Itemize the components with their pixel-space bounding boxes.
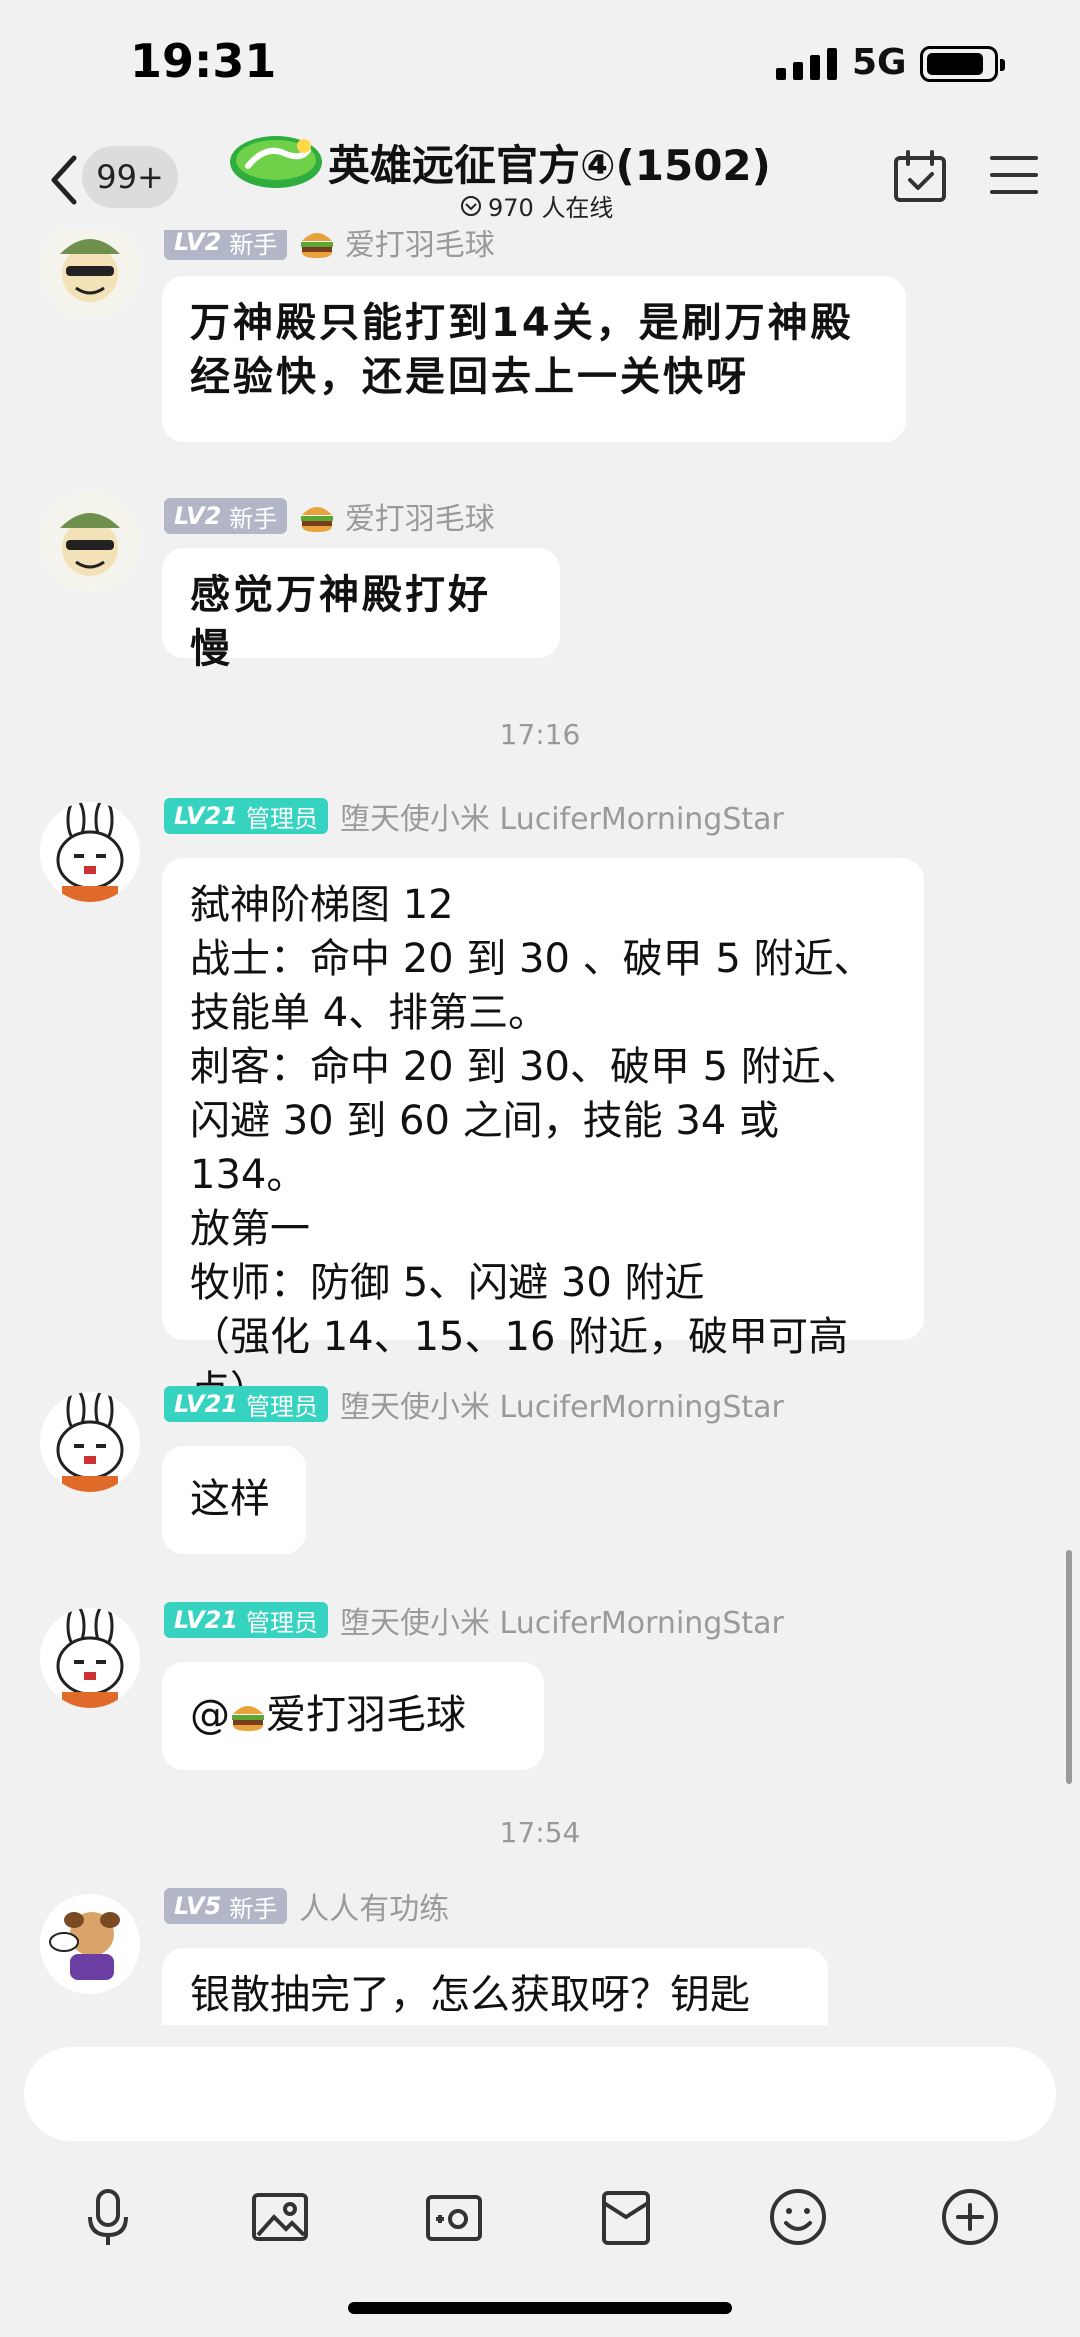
level-badge: LV5 新手 [164,1888,288,1924]
composer-toolbar [0,2163,1080,2273]
sender-name[interactable]: 爱打羽毛球 [299,494,495,538]
signal-icon [776,46,837,80]
composer [0,2025,1080,2337]
network-label: 5G [852,42,907,83]
message-line: 放第一 [190,1206,310,1252]
avatar[interactable] [40,230,140,318]
menu-icon[interactable] [990,152,1038,198]
burger-emoji-icon [301,233,334,258]
level-badge: LV21 管理员 [164,1386,328,1422]
file-icon[interactable] [590,2181,662,2253]
message-line: 刺客：命中 20 到 30、破甲 5 附近、 [190,1044,861,1090]
status-time: 19:31 [130,34,277,88]
scrollbar[interactable] [1066,1550,1072,1784]
online-count-label: 970 人在线 [488,194,614,222]
level-badge: LV2 新手 [164,230,288,260]
plus-icon[interactable] [934,2181,1006,2253]
sender-meta: LV2 新手 爱打羽毛球 [164,230,495,264]
avatar[interactable] [40,802,140,902]
burger-emoji-icon [232,1706,264,1731]
level-badge: LV2 新手 [164,498,288,534]
group-title[interactable]: 英雄远征官方④(1502) [328,132,771,193]
level-badge: LV21 管理员 [164,1602,328,1638]
avatar[interactable] [40,1894,140,1994]
timestamp: 17:16 [499,718,581,751]
sender-meta: LV21 管理员 堕天使小米 LuciferMorningStar [164,1382,784,1426]
timestamp: 17:54 [499,1816,581,1849]
avatar[interactable] [40,1608,140,1708]
burger-emoji-icon [301,507,334,532]
message-bubble[interactable]: @ 爱打羽毛球 [162,1662,544,1770]
battery-icon [920,46,1005,82]
camera-icon[interactable] [418,2181,490,2253]
sender-name[interactable]: 堕天使小米 LuciferMorningStar [340,794,784,838]
image-icon[interactable] [244,2181,316,2253]
sender-meta: LV21 管理员 堕天使小米 LuciferMorningStar [164,1598,784,1642]
message-bubble[interactable]: 感觉万神殿打好慢 [162,548,560,672]
sender-meta: LV5 新手 人人有功练 [164,1884,449,1928]
calendar-check-icon[interactable] [892,148,948,204]
message-bubble[interactable]: 这样 [162,1446,306,1554]
message-line: 弑神阶梯图 12 [190,882,454,928]
back-icon[interactable] [44,150,84,210]
sender-meta: LV2 新手 爱打羽毛球 [164,494,495,538]
mention-name: 爱打羽毛球 [266,1692,466,1738]
chevron-down-circle-icon [461,195,481,216]
message-list[interactable]: LV2 新手 爱打羽毛球 万神殿只能打到14关，是刷万神殿经验快，还是回去上一关快… [0,230,1080,2025]
sender-meta: LV21 管理员 堕天使小米 LuciferMorningStar [164,794,784,838]
sender-name[interactable]: 人人有功练 [299,1884,449,1928]
sender-name[interactable]: 堕天使小米 LuciferMorningStar [340,1382,784,1426]
message-bubble[interactable]: 万神殿只能打到14关，是刷万神殿经验快，还是回去上一关快呀 [162,276,906,442]
home-indicator[interactable] [348,2302,732,2314]
message-line: 技能单 4、排第三。 [190,990,549,1036]
avatar[interactable] [40,492,140,592]
group-logo-icon [230,136,322,188]
emoji-icon[interactable] [762,2181,834,2253]
unread-count-badge[interactable]: 99+ [82,146,178,208]
message-line: 战士：命中 20 到 30 、破甲 5 附近、 [190,936,874,982]
message-line: 牧师：防御 5、闪避 30 附近 [190,1260,705,1306]
microphone-icon[interactable] [72,2181,144,2253]
message-bubble[interactable]: 银散抽完了，怎么获取呀？钥匙 [162,1948,828,2025]
status-bar: 19:31 5G [0,0,1080,130]
message-input[interactable] [24,2047,1056,2141]
sender-name[interactable]: 堕天使小米 LuciferMorningStar [340,1598,784,1642]
chat-header: 99+ 英雄远征官方④(1502) 970 人在线 [0,130,1080,230]
sender-name[interactable]: 爱打羽毛球 [299,230,495,264]
avatar[interactable] [40,1392,140,1492]
level-badge: LV21 管理员 [164,798,328,834]
message-bubble[interactable]: 弑神阶梯图 12 战士：命中 20 到 30 、破甲 5 附近、 技能单 4、排… [162,858,924,1414]
message-line: 闪避 30 到 60 之间，技能 34 或 134。 [190,1098,779,1198]
online-count: 970 人在线 [460,188,613,223]
mention-prefix: @ [190,1692,230,1738]
